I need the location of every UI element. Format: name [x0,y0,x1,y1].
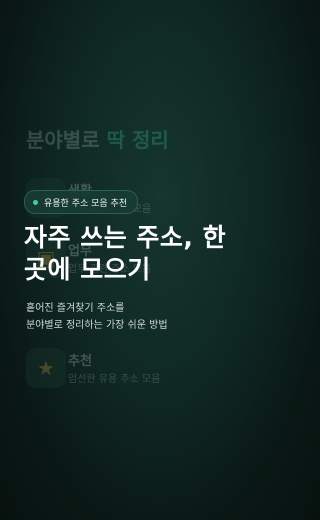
star-icon: ★ [26,348,66,388]
status-dot-icon [33,199,38,205]
page-subtitle: 흩어진 즐겨찾기 주소를 분야별로 정리하는 가장 쉬운 방법 [26,300,266,334]
badge-text: 유용한 주소 모음 추천 [44,198,128,209]
subtitle-line-2: 분야별로 정리하는 가장 쉬운 방법 [26,320,168,331]
page-title: 자주 쓰는 주소, 한 곳에 모으기 [24,222,276,286]
background-title-prefix: 분야별로 [26,128,107,152]
category-item-recommend: ★ 추천 엄선한 유용 주소 모음 [26,348,266,394]
recommend-badge: 유용한 주소 모음 추천 [24,190,139,214]
title-line-1: 자주 쓰는 주소, 한 [24,223,227,252]
background-title: 분야별로 딱 정리 [26,124,169,153]
category-desc: 엄선한 유용 주소 모음 [68,374,161,385]
background-title-accent: 딱 정리 [106,128,169,152]
title-line-2: 곳에 모으기 [24,255,151,284]
category-name: 추천 [68,354,92,369]
subtitle-line-1: 흩어진 즐겨찾기 주소를 [26,303,125,314]
